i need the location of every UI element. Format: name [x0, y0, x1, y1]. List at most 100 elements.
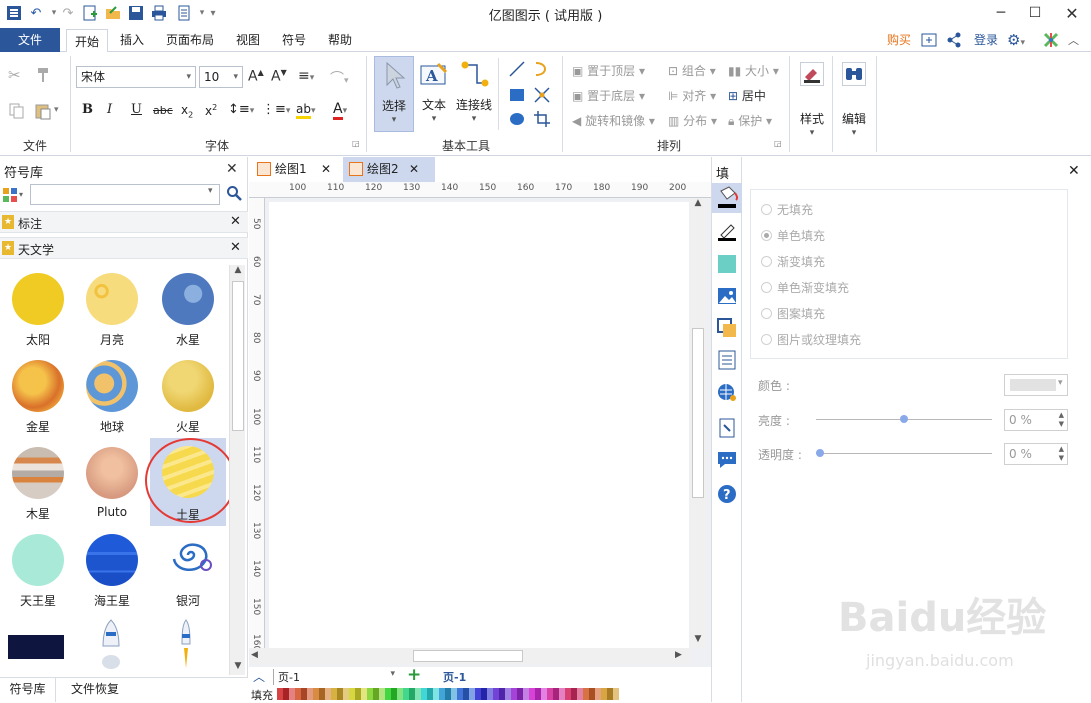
shape-uranus[interactable]: 天王星	[0, 527, 76, 613]
bullet-list-icon[interactable]: ⋮≡▾	[262, 102, 290, 117]
scroll-up-icon[interactable]: ▲	[690, 198, 706, 212]
scroll-left-icon[interactable]: ◀	[251, 650, 258, 660]
fill-option-none[interactable]: 无填充	[761, 196, 861, 222]
file-menu-button[interactable]: 文件	[0, 28, 60, 52]
drawing-page[interactable]	[269, 202, 689, 648]
scrollbar-thumb[interactable]	[692, 328, 704, 498]
page-navigator-icon[interactable]: ︿	[253, 668, 265, 685]
document-properties-icon[interactable]	[716, 349, 738, 374]
connector-tool-button[interactable]: 连接线 ▾	[454, 56, 494, 132]
transparency-input[interactable]: 0 % ▲ ▼	[1004, 443, 1068, 465]
fill-option-pattern[interactable]: 图案填充	[761, 300, 861, 326]
scrollbar-thumb[interactable]	[232, 281, 244, 431]
strikethrough-icon[interactable]: abc	[153, 104, 173, 117]
bold-icon[interactable]: B	[82, 102, 93, 117]
paste-icon[interactable]: ▾	[34, 102, 62, 120]
line-style-icon[interactable]	[716, 221, 738, 246]
shape-mars[interactable]: 火星	[150, 353, 226, 439]
tab-file-recovery[interactable]: 文件恢复	[60, 678, 130, 702]
share-icon[interactable]	[946, 32, 962, 48]
group-button[interactable]: ⊡ 组合 ▾	[668, 62, 716, 79]
close-icon[interactable]: ✕	[1068, 163, 1080, 179]
scroll-right-icon[interactable]: ▶	[675, 650, 682, 660]
login-link[interactable]: 登录	[966, 28, 1006, 52]
menu-symbol[interactable]: 符号	[274, 28, 314, 52]
text-curve-icon[interactable]: ⌒▾	[330, 68, 349, 88]
current-page-tab[interactable]: 页-1	[443, 669, 466, 685]
fill-option-single-gradient[interactable]: 单色渐变填充	[761, 274, 861, 300]
curve-tool-icon[interactable]	[533, 60, 551, 81]
color-picker[interactable]: ▾	[1004, 374, 1068, 396]
library-section-callout[interactable]: ★ 标注 ✕	[0, 211, 248, 233]
shrink-font-icon[interactable]: A▼	[271, 68, 287, 85]
shape-mercury[interactable]: 水星	[150, 266, 226, 352]
attachment-icon[interactable]	[716, 417, 738, 442]
canvas-vertical-scrollbar[interactable]: ▲ ▼	[690, 198, 706, 648]
layer-icon[interactable]	[716, 317, 738, 342]
menu-page-layout[interactable]: 页面布局	[158, 28, 222, 52]
superscript-icon[interactable]: x2	[205, 103, 217, 118]
close-icon[interactable]: ✕	[1055, 0, 1089, 26]
distribute-button[interactable]: ▥ 分布 ▾	[668, 112, 717, 129]
comment-icon[interactable]	[716, 449, 738, 474]
shape-moon[interactable]: 月亮	[74, 266, 150, 352]
color-swatch[interactable]	[613, 688, 619, 700]
library-search-input[interactable]	[30, 184, 220, 205]
scrollbar-thumb[interactable]	[413, 650, 523, 662]
ellipse-tool-icon[interactable]	[508, 110, 526, 131]
missile-shape-icon[interactable]	[176, 618, 196, 677]
cut-icon[interactable]: ✂	[8, 66, 26, 84]
menu-help[interactable]: 帮助	[320, 28, 360, 52]
starfield-shape[interactable]	[8, 635, 64, 659]
edit-button[interactable]: 编辑 ▾	[836, 56, 872, 146]
font-dialog-launcher-icon[interactable]: ◲	[352, 139, 360, 148]
close-icon[interactable]: ✕	[409, 157, 419, 182]
tab-drawing-1[interactable]: 绘图1 ✕	[255, 157, 343, 182]
shape-earth[interactable]: 地球	[74, 353, 150, 439]
line-spacing-icon[interactable]: ↕≡▾	[228, 102, 254, 117]
menu-home[interactable]: 开始	[66, 29, 109, 53]
bring-to-front-button[interactable]: ▣ 置于顶层 ▾	[572, 62, 645, 79]
format-painter-icon[interactable]	[34, 66, 52, 84]
style-button[interactable]: 样式 ▾	[794, 56, 830, 146]
fill-option-gradient[interactable]: 渐变填充	[761, 248, 861, 274]
canvas-horizontal-scrollbar[interactable]: ◀ ▶	[249, 648, 690, 664]
settings-gear-icon[interactable]: ⚙▾	[1007, 31, 1037, 49]
menu-insert[interactable]: 插入	[112, 28, 152, 52]
arrange-dialog-launcher-icon[interactable]: ◲	[774, 139, 782, 148]
crop-tool-icon[interactable]	[533, 110, 551, 131]
scroll-down-icon[interactable]: ▼	[230, 661, 246, 675]
brightness-input[interactable]: 0 % ▲ ▼	[1004, 409, 1068, 431]
select-tool-button[interactable]: 选择 ▾	[374, 56, 414, 132]
line-tool-icon[interactable]	[508, 60, 526, 81]
size-button[interactable]: ▮▮ 大小 ▾	[728, 62, 779, 79]
shape-jupiter[interactable]: 木星	[0, 440, 76, 526]
rotate-mirror-button[interactable]: ◀ 旋转和镜像 ▾	[572, 112, 655, 129]
text-highlight-icon[interactable]: ab▾	[296, 102, 316, 119]
fill-option-solid[interactable]: 单色填充	[761, 222, 861, 248]
chevron-down-icon[interactable]: ▾	[208, 186, 213, 196]
center-button[interactable]: ⊞ 居中	[728, 87, 766, 104]
export-icon[interactable]	[921, 32, 937, 48]
collapse-ribbon-icon[interactable]: ︿	[1068, 32, 1079, 48]
protect-button[interactable]: 🔒︎ 保护 ▾	[728, 112, 772, 129]
scroll-up-icon[interactable]: ▲	[230, 265, 246, 279]
italic-icon[interactable]: I	[107, 102, 112, 117]
close-icon[interactable]: ✕	[230, 214, 241, 229]
shape-neptune[interactable]: 海王星	[74, 527, 150, 613]
theme-icon[interactable]	[1042, 31, 1060, 49]
library-scrollbar[interactable]: ▲ ▼	[229, 265, 245, 675]
color-swatches[interactable]	[277, 688, 632, 700]
scroll-down-icon[interactable]: ▼	[690, 634, 706, 648]
close-icon[interactable]: ✕	[226, 161, 238, 177]
point-tool-icon[interactable]	[533, 86, 551, 107]
shadow-icon[interactable]	[716, 253, 738, 278]
font-name-select[interactable]: 宋体 ▾	[76, 66, 196, 88]
menu-view[interactable]: 视图	[228, 28, 268, 52]
close-icon[interactable]: ✕	[321, 157, 331, 182]
minimize-icon[interactable]: ─	[984, 0, 1018, 26]
send-to-back-button[interactable]: ▣ 置于底层 ▾	[572, 87, 645, 104]
page-selector[interactable]: 页-1 ▾	[273, 669, 397, 685]
copy-icon[interactable]	[8, 102, 26, 120]
rectangle-tool-icon[interactable]	[508, 86, 526, 107]
